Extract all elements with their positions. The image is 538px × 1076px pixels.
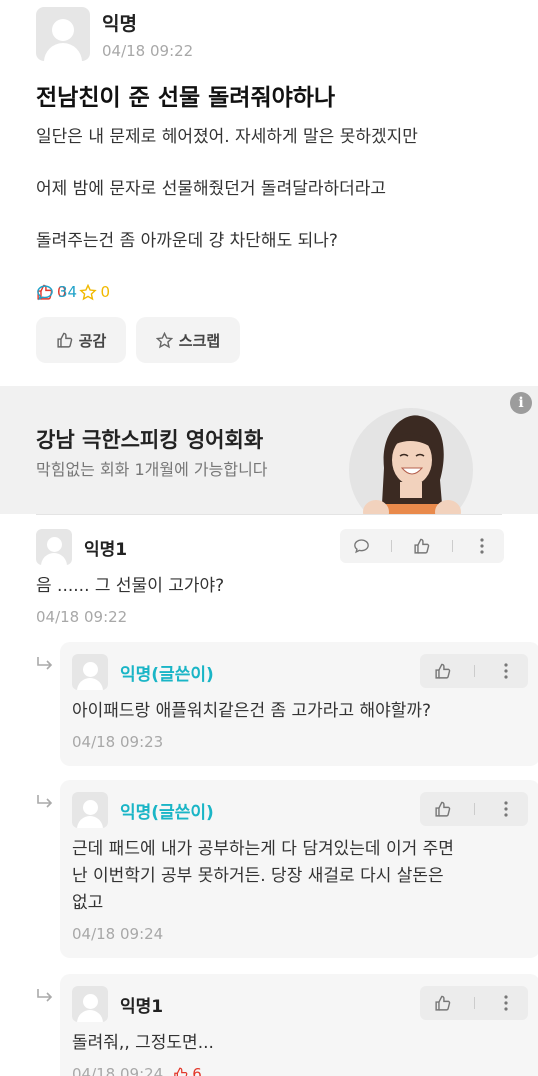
reply-avatar (72, 986, 108, 1022)
like-button-label: 공감 (78, 331, 107, 350)
ad-title: 강남 극한스피킹 영어회화 (36, 428, 264, 452)
more-options-button[interactable] (492, 795, 520, 823)
separator (451, 540, 453, 552)
reply-box: 익명(글쓴이) 아이패드랑 애플워치같은건 좀 고가라고 해야할까? 04/18… (60, 642, 538, 766)
post-title: 전남친이 준 선물 돌려줘야하나 (36, 85, 336, 111)
thumbs-up-icon (57, 332, 72, 348)
reply-like-button[interactable] (429, 657, 457, 685)
scrap-button-label: 스크랩 (178, 331, 221, 350)
more-options-button[interactable] (492, 989, 520, 1017)
divider (36, 514, 502, 515)
reply-time-text: 04/18 09:24 (72, 925, 164, 943)
reply-text: 돌려줘,, 그정도면... (72, 1033, 214, 1053)
comment-like-button[interactable] (408, 532, 436, 560)
reply-author: 익명(글쓴이) (120, 802, 214, 823)
reply-time: 04/18 09:23 (72, 733, 528, 751)
reply-actions (420, 792, 528, 826)
reply-like-button[interactable] (429, 795, 457, 823)
post-header: 익명 04/18 09:22 (36, 6, 193, 62)
thumbs-up-icon (435, 801, 451, 817)
comment-stat: 34 (36, 283, 77, 301)
reply-arrow-icon (37, 657, 53, 670)
post-meta: 익명 04/18 09:22 (102, 9, 193, 60)
separator (473, 665, 475, 677)
reply-like-count: 6 (173, 1065, 202, 1076)
reply-arrow-icon (37, 795, 53, 808)
thumbs-up-icon (435, 995, 451, 1011)
post-time: 04/18 09:22 (102, 41, 194, 60)
reply-time: 04/18 09:24 6 (72, 1065, 528, 1076)
reply-box: 익명1 돌려줘,, 그정도면... 04/18 09:24 6 (60, 974, 538, 1076)
thumbs-up-icon (435, 663, 451, 679)
more-vertical-icon (503, 995, 508, 1011)
post-actions: 공감 스크랩 (36, 317, 250, 363)
speech-bubble-icon (354, 539, 370, 554)
separator (473, 997, 475, 1009)
reply-avatar (72, 792, 108, 828)
scrap-count: 0 (100, 283, 111, 301)
reply-text: 근데 패드에 내가 공부하는게 다 담겨있는데 이거 주면 난 이번학기 공부 … (72, 836, 528, 917)
comment-count: 34 (58, 283, 78, 301)
post-author: 익명 (102, 12, 137, 35)
reply-like-button[interactable] (429, 989, 457, 1017)
ad-info-icon[interactable]: i (510, 392, 532, 414)
reply-text-line: 없고 (72, 893, 104, 913)
more-vertical-icon (480, 538, 484, 554)
reply-actions (420, 654, 528, 688)
ad-banner[interactable]: 강남 극한스피킹 영어회화 막힘없는 회화 1개월에 가능합니다 i (0, 386, 538, 514)
reply-text-line: 근데 패드에 내가 공부하는게 다 담겨있는데 이거 주면 (72, 839, 454, 859)
reply-time-text: 04/18 09:24 (72, 1065, 164, 1076)
more-vertical-icon (503, 801, 508, 817)
reply-button[interactable] (348, 532, 376, 560)
comment-text: 음 ...... 그 선물이 고가야? (36, 576, 225, 596)
scrap-button[interactable]: 스크랩 (136, 317, 240, 363)
reply-box: 익명(글쓴이) 근데 패드에 내가 공부하는게 다 담겨있는데 이거 주면 난 … (60, 780, 538, 958)
ad-model-image (349, 408, 473, 514)
more-options-button[interactable] (492, 657, 520, 685)
comment: 익명1 음 ...... 그 선물이 고가야? 04/18 09:22 (36, 529, 504, 626)
comment-avatar (36, 529, 72, 565)
post-body-line: 일단은 내 문제로 헤어졌어. 자세하게 말은 못하겠지만 (36, 127, 418, 147)
post-body-line: 돌려주는건 좀 아까운데 걍 차단해도 되나? (36, 231, 338, 251)
like-button[interactable]: 공감 (36, 317, 126, 363)
thumbs-up-icon (414, 538, 430, 554)
separator (473, 803, 475, 815)
reply-text: 아이패드랑 애플워치같은건 좀 고가라고 해야할까? (72, 701, 432, 721)
more-options-button[interactable] (468, 532, 496, 560)
comment-time: 04/18 09:22 (36, 608, 504, 626)
reply-like-count-text: 6 (192, 1065, 202, 1076)
speech-bubble-icon (37, 284, 53, 300)
comment-time-text: 04/18 09:22 (36, 608, 128, 626)
scrap-stat: 0 (78, 283, 111, 301)
reply-arrow-icon (37, 989, 53, 1002)
star-icon (78, 283, 97, 300)
reply-avatar (72, 654, 108, 690)
reply-author: 익명(글쓴이) (120, 664, 214, 685)
reply-actions (420, 986, 528, 1020)
comment-actions (340, 529, 504, 563)
comment-author: 익명1 (84, 539, 128, 560)
reply-text-line: 난 이번학기 공부 못하거든. 당장 새걸로 다시 살돈은 (72, 866, 444, 886)
reply-time: 04/18 09:24 (72, 925, 528, 943)
post-body-line: 어제 밤에 문자로 선물해줬던거 돌려달라하더라고 (36, 179, 387, 199)
author-avatar (36, 7, 90, 61)
ad-subtitle: 막힘없는 회화 1개월에 가능합니다 (36, 460, 268, 479)
thumbs-up-icon (174, 1067, 188, 1076)
separator (391, 540, 393, 552)
reply-author: 익명1 (120, 996, 164, 1017)
reply-time-text: 04/18 09:23 (72, 733, 164, 751)
star-icon (155, 331, 173, 348)
more-vertical-icon (503, 663, 508, 679)
post-stats: 0 34 0 (36, 283, 122, 301)
post-body: 일단은 내 문제로 헤어졌어. 자세하게 말은 못하겠지만 어제 밤에 문자로 … (36, 124, 418, 280)
